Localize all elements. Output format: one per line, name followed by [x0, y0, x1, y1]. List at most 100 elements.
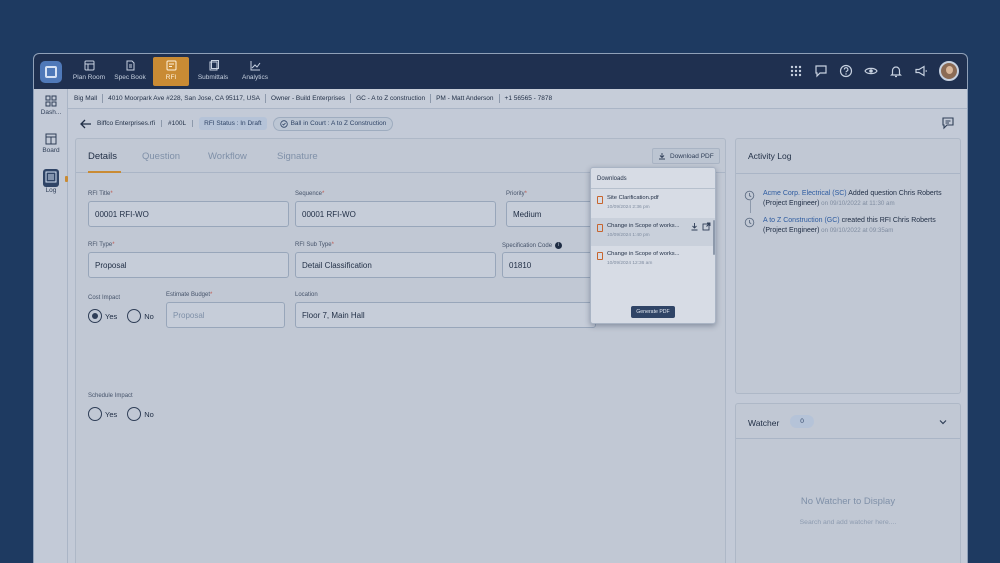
rfi-title-field[interactable]: 00001 RFI-WO [88, 201, 289, 227]
rfi-type-select[interactable]: Proposal [88, 252, 289, 278]
download-file-name: Change in Scope of works... [607, 223, 680, 229]
active-tab-indicator [88, 171, 121, 173]
rfi-title-label: RFI Title* [88, 191, 113, 197]
schedule-impact-yes-radio[interactable] [88, 407, 102, 421]
watcher-empty-hint: Search and add watcher here.... [799, 519, 897, 526]
download-pdf-label: Download PDF [670, 152, 714, 160]
location-field[interactable]: Floor 7, Main Hall [295, 302, 596, 328]
project-gc: GC - A to Z construction [350, 94, 430, 103]
watcher-count-badge: 0 [790, 415, 814, 428]
pdf-file-icon [597, 252, 603, 260]
radio-label: Yes [105, 409, 118, 419]
download-item[interactable]: Change in Scope of works... 10/09/2024 1… [591, 246, 715, 274]
eye-icon[interactable] [864, 64, 878, 78]
cost-impact-yes-radio[interactable] [88, 309, 102, 323]
sidebar-item-dashboard[interactable]: Dash... [34, 95, 68, 116]
activity-log-title: Activity Log [748, 151, 792, 161]
open-external-icon[interactable] [702, 222, 711, 231]
rfi-number: #100L [168, 120, 194, 127]
app-logo[interactable] [40, 61, 62, 83]
chevron-down-icon[interactable] [938, 417, 948, 427]
tab-details[interactable]: Details [88, 151, 117, 162]
sidebar-item-label: Log [45, 187, 57, 194]
ball-in-court-text: Ball in Court : A to Z Construction [290, 120, 387, 127]
download-pdf-button[interactable]: Download PDF [652, 148, 720, 164]
user-avatar[interactable] [939, 61, 959, 81]
nav-plan-room[interactable]: Plan Room [70, 57, 108, 86]
project-pm: PM - Matt Anderson [430, 94, 498, 103]
apps-grid-icon[interactable] [789, 64, 803, 78]
download-item[interactable]: Site Clarification.pdf 10/09/2024 2:36 p… [591, 190, 715, 218]
radio-label: No [144, 409, 154, 419]
nav-spec-book[interactable]: Spec Book [112, 57, 148, 86]
nav-label: Plan Room [72, 74, 106, 81]
nav-label: Spec Book [114, 74, 146, 81]
spec-code-label: Specification Code i [502, 242, 563, 249]
downloads-title: Downloads [597, 176, 627, 182]
activity-log-panel: Activity Log Acme Corp. Electrical (SC) … [735, 138, 961, 394]
download-file-date: 10/09/2024 1:40 pm [607, 233, 650, 238]
tab-workflow[interactable]: Workflow [208, 151, 247, 162]
sidebar-item-log[interactable]: Log [34, 169, 68, 194]
schedule-impact-radio-group: Yes No [88, 407, 164, 421]
left-sidebar: Dash... Board Log [34, 89, 68, 563]
app-window: Plan Room Spec Book RFI Submittals Analy… [33, 53, 968, 563]
help-icon[interactable] [839, 64, 853, 78]
divider [591, 188, 715, 189]
nav-submittals[interactable]: Submittals [193, 57, 233, 86]
pdf-file-icon [597, 224, 603, 232]
download-file-date: 10/09/2024 2:36 pm [607, 205, 650, 210]
status-badge: RFI Status : In Draft [199, 117, 267, 130]
sidebar-item-label: Dash... [40, 109, 62, 116]
project-info-bar: Big Mall 4010 Moorpark Ave #228, San Jos… [68, 89, 967, 109]
priority-select[interactable]: Medium [506, 201, 596, 227]
nav-analytics[interactable]: Analytics [237, 57, 273, 86]
cost-impact-label: Cost Impact [88, 295, 121, 301]
nav-rfi[interactable]: RFI [153, 57, 189, 86]
bell-icon[interactable] [889, 64, 903, 78]
tab-question[interactable]: Question [142, 151, 180, 162]
active-indicator [65, 176, 68, 182]
activity-actor-link[interactable]: Acme Corp. Electrical (SC) [763, 190, 847, 197]
activity-date: on 09/10/2022 at 11:30 am [819, 200, 895, 207]
watcher-title: Watcher [748, 418, 780, 428]
rfi-icon [166, 60, 176, 71]
cost-impact-no-radio[interactable] [127, 309, 142, 323]
project-address: 4010 Moorpark Ave #228, San Jose, CA 951… [102, 94, 265, 103]
estimate-budget-field[interactable]: Proposal [166, 302, 285, 328]
pdf-file-icon [597, 196, 603, 204]
submittals-icon [209, 60, 219, 71]
watcher-panel: Watcher 0 No Watcher to Display Search a… [735, 403, 961, 563]
generate-pdf-button[interactable]: Generate PDF [631, 306, 675, 318]
schedule-impact-no-radio[interactable] [127, 407, 142, 421]
top-right-icons [789, 61, 959, 81]
project-phone: +1 56565 - 7878 [498, 94, 558, 103]
nav-label: Submittals [197, 74, 229, 81]
download-file-date: 10/09/2024 12:36 am [607, 261, 653, 266]
priority-label: Priority* [506, 191, 528, 197]
megaphone-icon[interactable] [914, 64, 928, 78]
sidebar-item-label: Board [42, 147, 60, 154]
dropdown-scrollbar[interactable] [713, 220, 715, 255]
back-arrow-icon[interactable] [80, 119, 92, 129]
spec-code-field[interactable]: 01810 [502, 252, 596, 278]
check-circle-icon [279, 119, 288, 128]
history-icon [744, 217, 755, 228]
rfi-sub-type-select[interactable]: Detail Classification [295, 252, 496, 278]
ball-in-court-badge: Ball in Court : A to Z Construction [272, 116, 394, 131]
tab-signature[interactable]: Signature [277, 151, 318, 162]
sidebar-item-board[interactable]: Board [34, 133, 68, 154]
radio-label: Yes [105, 311, 118, 321]
sequence-field[interactable]: 00001 RFI-WO [295, 201, 496, 227]
comment-icon[interactable] [941, 116, 955, 130]
activity-entry: Acme Corp. Electrical (SC) Added questio… [744, 189, 954, 209]
log-icon [43, 169, 59, 187]
download-item[interactable]: Change in Scope of works... 10/09/2024 1… [591, 218, 715, 246]
info-icon[interactable]: i [555, 242, 563, 249]
schedule-impact-label: Schedule Impact [88, 393, 133, 399]
rfi-sub-type-label: RFI Sub Type* [295, 242, 334, 248]
cost-impact-radio-group: Yes No [88, 309, 164, 323]
chat-icon[interactable] [814, 64, 828, 78]
activity-actor-link[interactable]: A to Z Construction (GC) [763, 217, 840, 224]
download-icon[interactable] [690, 222, 699, 231]
